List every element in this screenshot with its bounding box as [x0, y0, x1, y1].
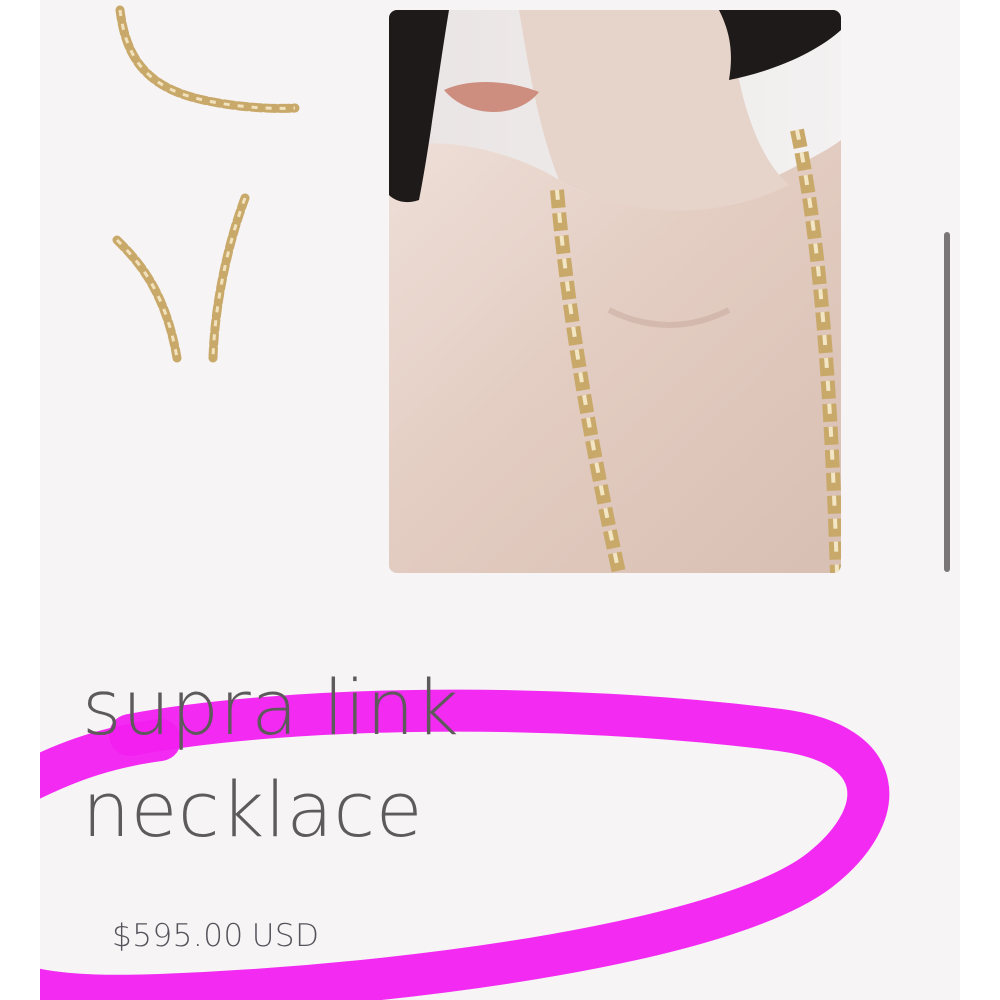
price-currency: USD: [251, 918, 320, 954]
product-title-line-2: necklace: [82, 765, 423, 854]
gold-chain-image: [115, 5, 300, 113]
product-page: supra link necklace $595.00 USD: [40, 0, 960, 1000]
model-wearing-chain-image: [389, 10, 841, 573]
price-amount: $595.00: [112, 918, 244, 954]
product-price: $595.00 USD: [112, 918, 327, 954]
thumbnail-image-1[interactable]: [95, 0, 300, 140]
gold-chain-image: [112, 193, 250, 363]
main-product-image[interactable]: [389, 10, 841, 573]
scrollbar[interactable]: [944, 232, 950, 572]
thumbnail-image-2[interactable]: [95, 168, 300, 368]
product-title-line-1: supra link: [82, 663, 460, 752]
